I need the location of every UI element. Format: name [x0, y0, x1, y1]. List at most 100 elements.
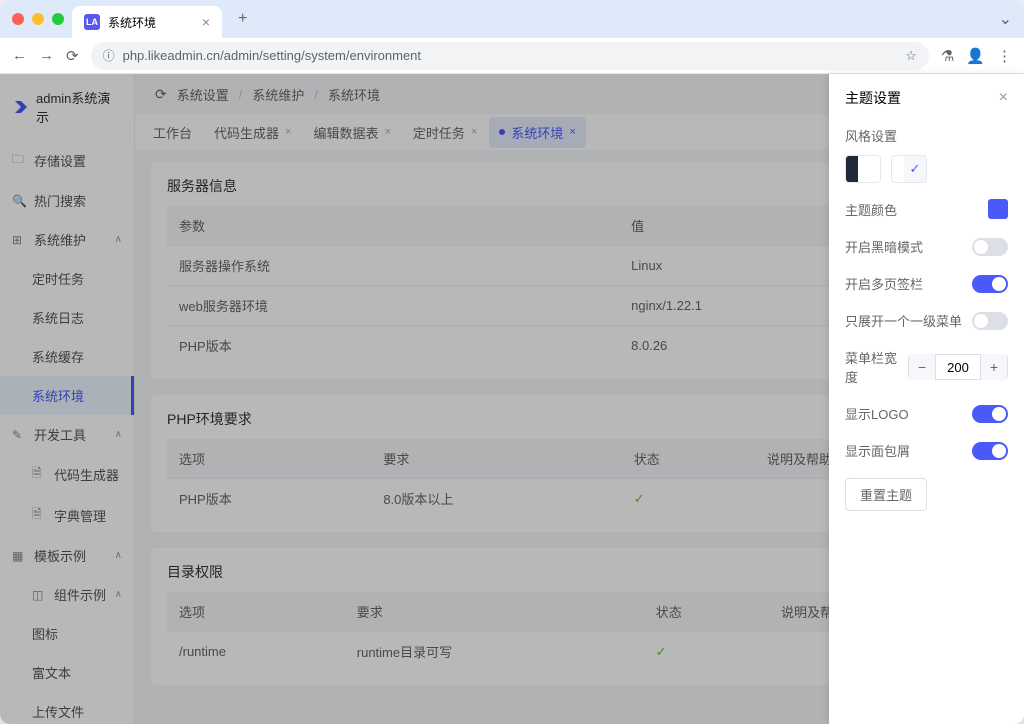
address-bar: ← → ⟳ ⓘ php.likeadmin.cn/admin/setting/s…	[0, 38, 1024, 74]
menu-icon[interactable]: ⋮	[997, 47, 1012, 65]
sidebar-item[interactable]: 定时任务	[0, 259, 134, 298]
close-tab-icon[interactable]: ×	[471, 126, 477, 138]
sidebar-item[interactable]: 系统环境	[0, 376, 134, 415]
edit-icon: ✎	[12, 428, 26, 442]
reload-icon[interactable]: ⟳	[155, 86, 167, 103]
show-logo-switch[interactable]	[972, 405, 1008, 423]
folder-icon: 🗀	[12, 150, 26, 171]
profile-icon[interactable]: 👤	[966, 47, 985, 65]
close-tab-icon[interactable]: ×	[285, 126, 291, 138]
close-tab-icon[interactable]: ×	[569, 126, 575, 138]
theme-color-swatch[interactable]	[988, 199, 1008, 219]
page-tab[interactable]: 系统环境 ×	[489, 117, 585, 148]
sidebar-item[interactable]: 系统日志	[0, 298, 134, 337]
check-icon: ✓	[634, 491, 645, 506]
expand-icon: ∧	[115, 589, 122, 600]
show-crumb-switch[interactable]	[972, 442, 1008, 460]
sidebar-item-label: 模板示例	[34, 546, 86, 565]
crumb: 系统环境	[328, 85, 380, 104]
expand-icon: ∧	[115, 550, 122, 561]
theme-drawer: 主题设置 × 风格设置 ✓ 主题颜色 开启黑暗模式 开启多页签栏	[829, 74, 1024, 724]
close-icon[interactable]: ×	[999, 89, 1008, 107]
table-cell: ✓	[644, 632, 769, 672]
sidebar-item-label: 系统缓存	[32, 347, 84, 366]
window-controls	[12, 13, 64, 25]
sidebar-item[interactable]: 系统缓存	[0, 337, 134, 376]
sidebar-item[interactable]: 图标	[0, 614, 134, 653]
close-tab-icon[interactable]: ×	[384, 126, 390, 138]
page-tab[interactable]: 代码生成器 ×	[204, 117, 301, 148]
reset-theme-button[interactable]: 重置主题	[845, 478, 927, 511]
close-tab-icon[interactable]: ×	[202, 14, 210, 30]
maximize-window[interactable]	[52, 13, 64, 25]
table-header: 要求	[345, 592, 644, 632]
reload-icon[interactable]: ⟳	[66, 47, 79, 65]
sidebar-item-label: 系统维护	[34, 230, 86, 249]
minimize-window[interactable]	[32, 13, 44, 25]
sidebar-item-label: 开发工具	[34, 425, 86, 444]
table-cell: PHP版本	[167, 326, 619, 366]
increment-button[interactable]: +	[981, 354, 1007, 380]
expand-icon: ∧	[115, 429, 122, 440]
sidebar-item[interactable]: 🗎代码生成器	[0, 454, 134, 495]
page-tab[interactable]: 定时任务×	[403, 117, 487, 148]
sidebar-item-label: 系统日志	[32, 308, 84, 327]
check-icon: ✓	[656, 644, 667, 659]
sidebar-item[interactable]: ◫组件示例∧	[0, 575, 134, 614]
single-menu-switch[interactable]	[972, 312, 1008, 330]
sidebar-item[interactable]: 🔍热门搜索	[0, 181, 134, 220]
style-dark-option[interactable]	[845, 155, 881, 183]
extensions-icon[interactable]: ⚗	[941, 47, 954, 65]
style-light-option[interactable]: ✓	[891, 155, 927, 183]
drawer-title: 主题设置	[845, 88, 901, 108]
sidebar-item-label: 系统环境	[32, 386, 84, 405]
multi-tab-switch[interactable]	[972, 275, 1008, 293]
sidebar-item[interactable]: ⊞系统维护∧	[0, 220, 134, 259]
multi-tab-label: 开启多页签栏	[845, 274, 923, 293]
logo-row[interactable]: admin系统演示	[0, 74, 134, 140]
decrement-button[interactable]: −	[909, 354, 935, 380]
page-tab[interactable]: 工作台	[143, 117, 202, 148]
single-menu-label: 只展开一个一级菜单	[845, 311, 962, 330]
dark-mode-switch[interactable]	[972, 238, 1008, 256]
doc-icon: 🗎	[32, 505, 46, 526]
sidebar-item[interactable]: 🗀存储设置	[0, 140, 134, 181]
separator: /	[314, 87, 318, 102]
app-title: admin系统演示	[36, 88, 122, 126]
search-icon: 🔍	[12, 194, 26, 208]
browser-tab[interactable]: LA 系统环境 ×	[72, 6, 222, 38]
crumb[interactable]: 系统维护	[252, 85, 304, 104]
url-text: php.likeadmin.cn/admin/setting/system/en…	[123, 48, 421, 63]
forward-icon[interactable]: →	[39, 47, 54, 64]
menu-width-stepper[interactable]: − +	[908, 354, 1008, 380]
menu-width-input[interactable]	[935, 355, 981, 379]
sidebar-item-label: 定时任务	[32, 269, 84, 288]
sidebar-item[interactable]: 上传文件	[0, 692, 134, 724]
style-section-label: 风格设置	[845, 126, 1008, 145]
cube-icon: ◫	[32, 588, 46, 602]
page-tab-label: 代码生成器	[214, 123, 279, 142]
table-header: 参数	[167, 206, 619, 246]
chevron-down-icon[interactable]: ⌄	[999, 9, 1012, 29]
page-tab[interactable]: 编辑数据表×	[303, 117, 400, 148]
sidebar-item[interactable]: 富文本	[0, 653, 134, 692]
page-tab-label: 系统环境	[511, 123, 563, 142]
sidebar-item[interactable]: 🗎 字典管理	[0, 495, 134, 536]
new-tab-button[interactable]: +	[230, 10, 255, 28]
bookmark-icon[interactable]: ☆	[905, 48, 917, 64]
close-window[interactable]	[12, 13, 24, 25]
favicon: LA	[84, 14, 100, 30]
show-crumb-label: 显示面包屑	[845, 441, 910, 460]
sidebar-item[interactable]: ▦ 模板示例 ∧	[0, 536, 134, 575]
crumb[interactable]: 系统设置	[177, 85, 229, 104]
sidebar-item-label: 代码生成器	[54, 465, 119, 484]
sidebar-item[interactable]: ✎ 开发工具 ∧	[0, 415, 134, 454]
sidebar-item-label: 图标	[32, 624, 58, 643]
url-input[interactable]: ⓘ php.likeadmin.cn/admin/setting/system/…	[91, 42, 929, 70]
sidebar-item-label: 字典管理	[54, 506, 106, 525]
tpl-icon: ▦	[12, 549, 26, 563]
site-info-icon[interactable]: ⓘ	[103, 47, 115, 64]
table-cell: ✓	[622, 479, 755, 519]
back-icon[interactable]: ←	[12, 47, 27, 64]
show-logo-label: 显示LOGO	[845, 404, 909, 423]
